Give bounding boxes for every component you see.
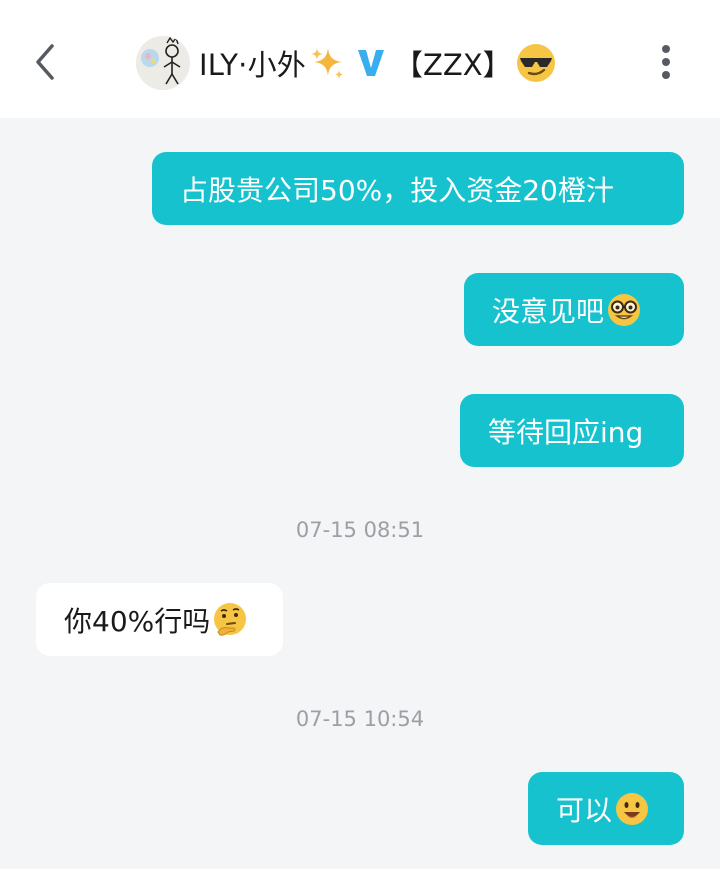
avatar[interactable] — [136, 36, 190, 90]
sparkles-icon — [311, 48, 343, 79]
back-button[interactable] — [22, 40, 66, 84]
message-bubble-outgoing[interactable]: 可以 — [528, 772, 684, 845]
top-bar: ILY·小外 【ZZX】 — [0, 0, 720, 118]
thinking-face-icon — [214, 602, 247, 636]
more-options-button[interactable] — [644, 40, 688, 84]
timestamp: 07-15 08:51 — [295, 518, 425, 542]
title-suffix: 【ZZX】 — [394, 48, 512, 82]
chevron-left-icon — [36, 44, 54, 80]
verified-badge-icon — [358, 50, 384, 76]
smiling-face-icon — [616, 792, 649, 825]
message-bubble-incoming[interactable]: 你40%行吗 — [36, 583, 283, 656]
message-text: 没意见吧 — [492, 294, 605, 328]
timestamp: 07-15 10:54 — [295, 707, 425, 731]
message-bubble-outgoing[interactable]: 等待回应ing — [460, 394, 684, 467]
message-text: 可以 — [556, 793, 613, 827]
chat-title[interactable]: ILY·小外 【ZZX】 — [136, 36, 558, 90]
sunglasses-face-icon — [516, 44, 555, 82]
message-text: 占股贵公司50%，投入资金20橙汁 — [180, 173, 614, 207]
message-text: 等待回应ing — [488, 415, 644, 449]
nerd-face-icon — [608, 293, 641, 326]
stick-figure-avatar-icon — [136, 36, 190, 90]
message-bubble-outgoing[interactable]: 占股贵公司50%，投入资金20橙汁 — [152, 152, 684, 225]
message-text: 你40%行吗 — [64, 604, 211, 638]
message-bubble-outgoing[interactable]: 没意见吧 — [464, 273, 684, 346]
vertical-dots-icon — [662, 45, 670, 79]
contact-name: ILY·小外 — [199, 48, 306, 82]
